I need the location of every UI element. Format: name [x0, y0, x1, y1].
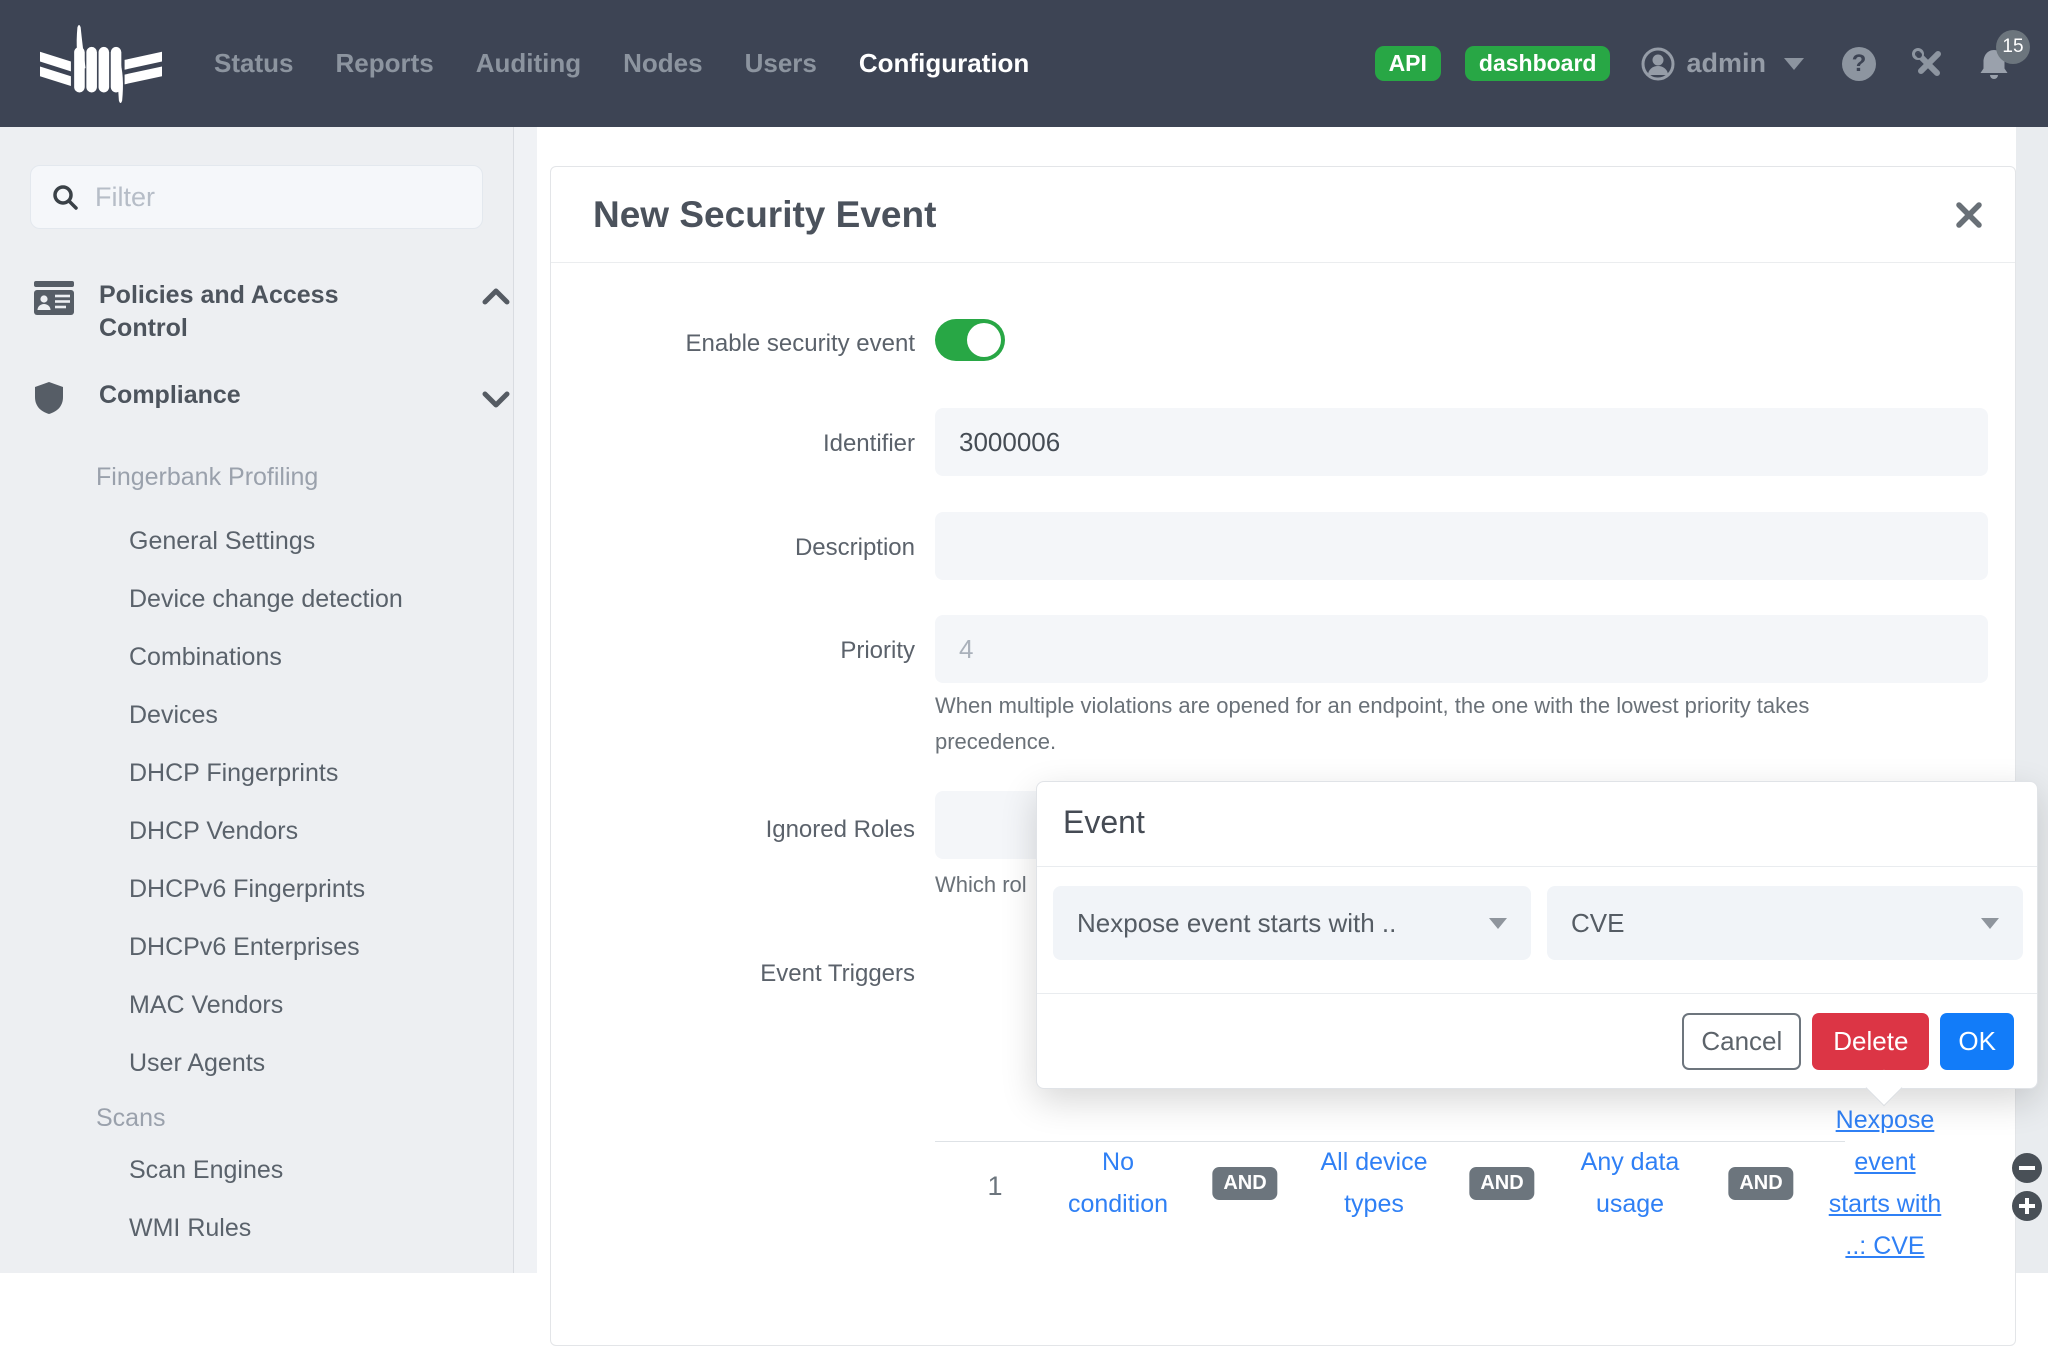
chevron-down-icon — [482, 391, 510, 408]
sidebar-item-general-settings[interactable]: General Settings — [0, 524, 537, 558]
shield-icon — [35, 382, 63, 414]
nav-item-configuration[interactable]: Configuration — [859, 48, 1029, 79]
ignored-roles-label: Ignored Roles — [765, 816, 915, 843]
notifications-button[interactable]: 15 — [1976, 29, 2030, 82]
identifier-label: Identifier — [822, 430, 915, 457]
sidebar-item-dhcpv6-enterprises[interactable]: DHCPv6 Enterprises — [0, 930, 537, 964]
main-menu: Status Reports Auditing Nodes Users Conf… — [214, 48, 1029, 79]
filter-input[interactable] — [95, 181, 462, 213]
description-label: Description — [794, 534, 915, 561]
top-navbar: Status Reports Auditing Nodes Users Conf… — [0, 0, 2048, 127]
sidebar: Policies and Access Control Compliance F… — [0, 127, 537, 1273]
sidebar-group-fingerbank: General Settings Device change detection… — [0, 524, 537, 1080]
sidebar-item-dhcp-fingerprints[interactable]: DHCP Fingerprints — [0, 756, 537, 790]
nav-item-users[interactable]: Users — [745, 48, 817, 79]
chevron-up-icon — [482, 288, 510, 305]
sidebar-heading-fingerbank-profiling: Fingerbank Profiling — [96, 463, 319, 491]
sidebar-filter[interactable] — [30, 165, 483, 229]
operator-badge: AND — [1728, 1167, 1794, 1200]
dashboard-status-badge[interactable]: dashboard — [1464, 46, 1611, 81]
operator-badge: AND — [1469, 1167, 1535, 1200]
add-trigger-button[interactable] — [2012, 1191, 2042, 1221]
sidebar-item-scan-engines[interactable]: Scan Engines — [0, 1153, 537, 1187]
trigger-data-usage-link[interactable]: Any data usage — [1565, 1141, 1695, 1225]
nav-item-status[interactable]: Status — [214, 48, 293, 79]
priority-input[interactable] — [935, 615, 1988, 683]
event-value-select[interactable]: CVE — [1547, 886, 2023, 960]
sidebar-section-compliance[interactable]: Compliance — [0, 379, 537, 415]
sidebar-item-dhcpv6-fingerprints[interactable]: DHCPv6 Fingerprints — [0, 872, 537, 906]
event-triggers-label: Event Triggers — [760, 960, 915, 987]
sidebar-item-combinations[interactable]: Combinations — [0, 640, 537, 674]
sidebar-section-label: Compliance — [99, 381, 241, 409]
operator-badge: AND — [1212, 1167, 1278, 1200]
trigger-condition-link[interactable]: No condition — [1058, 1141, 1178, 1225]
user-menu[interactable]: admin — [1640, 46, 1804, 82]
sidebar-group-scans: Scan Engines WMI Rules — [0, 1153, 537, 1245]
description-input[interactable] — [935, 512, 1988, 580]
nav-item-reports[interactable]: Reports — [335, 48, 433, 79]
ignored-roles-help-text: Which rol — [935, 872, 1027, 897]
toggle-knob — [967, 323, 1001, 357]
popover-footer-divider — [1037, 993, 2037, 994]
username-label: admin — [1686, 48, 1766, 78]
remove-trigger-button[interactable] — [2012, 1153, 2042, 1183]
enable-security-event-toggle[interactable] — [935, 319, 1005, 361]
event-popover: Event Nexpose event starts with .. CVE C… — [1036, 781, 2038, 1107]
popover-footer: Cancel Delete OK — [1682, 1013, 2014, 1070]
sidebar-section-policies-and-access-control[interactable]: Policies and Access Control — [0, 279, 537, 345]
sidebar-item-device-change-detection[interactable]: Device change detection — [0, 582, 537, 616]
avatar-icon — [1641, 47, 1675, 80]
enable-security-event-label: Enable security event — [685, 330, 915, 357]
sidebar-section-label: Policies and Access Control — [99, 281, 339, 342]
chevron-down-icon — [1784, 57, 1804, 70]
cancel-button[interactable]: Cancel — [1682, 1013, 1802, 1070]
trigger-row-number: 1 — [987, 1171, 1003, 1201]
close-icon[interactable] — [1953, 199, 1985, 231]
event-condition-select[interactable]: Nexpose event starts with .. — [1053, 886, 1531, 960]
identifier-input[interactable] — [935, 408, 1988, 476]
priority-help-text: When multiple violations are opened for … — [935, 693, 1810, 754]
chevron-down-icon — [1981, 917, 1999, 929]
priority-label: Priority — [840, 637, 915, 664]
nav-item-auditing[interactable]: Auditing — [476, 48, 581, 79]
page-scrollbar-track[interactable] — [2016, 127, 2048, 1273]
notification-count-badge: 15 — [1996, 29, 2030, 64]
search-icon — [53, 185, 78, 210]
sidebar-item-user-agents[interactable]: User Agents — [0, 1046, 537, 1080]
api-status-badge[interactable]: API — [1374, 46, 1441, 81]
trigger-device-types-link[interactable]: All device types — [1309, 1141, 1439, 1225]
modal-header: New Security Event — [551, 167, 2015, 263]
nav-item-nodes[interactable]: Nodes — [623, 48, 702, 79]
navbar-right: API dashboard admin ? 15 — [1374, 29, 2030, 82]
main-content: New Security Event Enable security event… — [537, 127, 2048, 1346]
sidebar-scrollbar-track[interactable] — [513, 127, 537, 1273]
trigger-event-link[interactable]: Nexpose event starts with ..: CVE — [1825, 1099, 1945, 1267]
delete-button[interactable]: Delete — [1812, 1013, 1930, 1070]
packetfence-logo-icon[interactable] — [40, 17, 162, 111]
ok-button[interactable]: OK — [1940, 1013, 2014, 1070]
sidebar-item-wmi-rules[interactable]: WMI Rules — [0, 1211, 537, 1245]
modal-title: New Security Event — [593, 193, 937, 235]
sidebar-heading-scans: Scans — [96, 1104, 166, 1132]
help-icon[interactable]: ? — [1842, 46, 1876, 81]
sidebar-item-devices[interactable]: Devices — [0, 698, 537, 732]
id-card-icon — [34, 281, 74, 315]
sidebar-item-dhcp-vendors[interactable]: DHCP Vendors — [0, 814, 537, 848]
event-condition-value: Nexpose event starts with .. — [1077, 907, 1397, 938]
new-security-event-modal: New Security Event Enable security event… — [550, 166, 2042, 1346]
popover-header-divider — [1037, 866, 2037, 867]
popover-title: Event — [1063, 804, 1145, 840]
tools-icon[interactable] — [1910, 46, 1946, 82]
event-value-value: CVE — [1571, 907, 1625, 938]
chevron-down-icon — [1489, 917, 1507, 929]
sidebar-item-mac-vendors[interactable]: MAC Vendors — [0, 988, 537, 1022]
